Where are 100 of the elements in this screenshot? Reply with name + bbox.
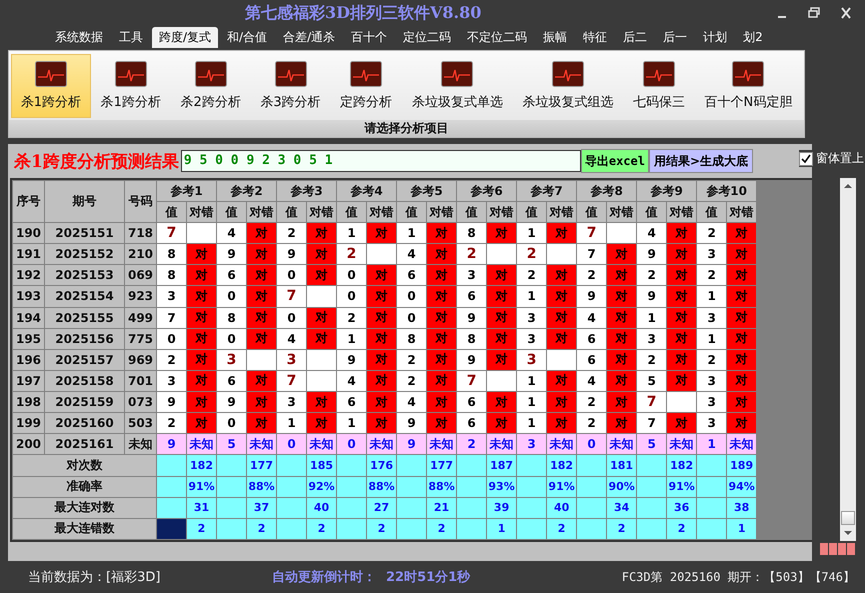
table-cell: 未知 xyxy=(606,434,637,455)
menu-tab[interactable]: 系统数据 xyxy=(48,27,110,48)
analysis-button[interactable]: 杀垃圾复式单选 xyxy=(402,54,513,118)
table-cell: 88% xyxy=(246,476,277,498)
menu-tab[interactable]: 不定位二码 xyxy=(460,27,534,48)
table-cell: 对 xyxy=(186,349,217,370)
table-cell: 2 xyxy=(576,392,607,413)
table-cell: 27 xyxy=(366,497,397,518)
analysis-button[interactable]: 定跨分析 xyxy=(330,54,402,118)
analysis-button[interactable]: 百十个N码定胆 xyxy=(694,54,802,118)
table-cell: 193 xyxy=(12,286,44,307)
table-cell: 1 xyxy=(516,222,547,244)
table-cell: 8 xyxy=(156,244,186,265)
table-cell: 7 xyxy=(636,392,667,413)
menu-tab[interactable]: 跨度/复式 xyxy=(152,27,218,48)
analysis-button[interactable]: 杀1跨分析 xyxy=(90,54,171,118)
table-cell: 对 xyxy=(546,286,577,307)
menu-tab[interactable]: 和/合值 xyxy=(220,27,274,48)
menu-tab[interactable]: 后一 xyxy=(656,27,694,48)
menu-tab[interactable]: 后二 xyxy=(616,27,654,48)
column-header: 对错 xyxy=(306,202,337,222)
menu-tab[interactable]: 合差/通杀 xyxy=(276,27,342,48)
close-icon[interactable] xyxy=(839,7,853,19)
scroll-down-icon[interactable] xyxy=(843,529,853,537)
table-cell: 176 xyxy=(366,454,397,476)
table-cell xyxy=(276,518,307,540)
table-cell xyxy=(456,497,487,518)
table-cell: 182 xyxy=(666,454,697,476)
table-cell: 0 xyxy=(396,307,427,328)
table-cell: 对 xyxy=(606,328,637,350)
scroll-thumb[interactable] xyxy=(841,511,855,525)
result-field[interactable]: 9 5 0 0 9 2 3 0 5 1 xyxy=(180,150,581,172)
table-cell: 对 xyxy=(666,264,697,286)
menu-tab[interactable]: 划2 xyxy=(736,27,770,48)
table-cell: 对 xyxy=(606,244,637,265)
heartbeat-monitor-icon xyxy=(732,61,764,87)
analysis-button[interactable]: 七码保三 xyxy=(623,54,695,118)
heartbeat-monitor-icon xyxy=(441,61,474,87)
column-header: 参考3 xyxy=(276,180,337,202)
column-header: 参考9 xyxy=(636,180,697,202)
table-cell: 3 xyxy=(696,370,727,392)
table-cell: 182 xyxy=(546,454,577,476)
analysis-button[interactable]: 杀1跨分析 xyxy=(11,54,91,118)
table-cell: 2 xyxy=(636,349,667,370)
table-cell: 969 xyxy=(124,349,156,370)
table-cell: 2025152 xyxy=(44,244,124,265)
table-cell: 2 xyxy=(156,412,186,434)
analysis-button[interactable]: 杀2跨分析 xyxy=(170,54,251,118)
table-cell xyxy=(336,518,367,540)
table-cell xyxy=(336,476,367,498)
table-cell: 1 xyxy=(726,518,757,540)
menu-tab[interactable]: 工具 xyxy=(112,27,150,48)
table-cell: 2 xyxy=(396,349,427,370)
table-cell xyxy=(636,497,667,518)
scroll-up-icon[interactable] xyxy=(843,182,853,190)
menu-tab[interactable]: 百十个 xyxy=(344,27,394,48)
table-cell: 2025156 xyxy=(44,328,124,350)
table-cell: 0 xyxy=(396,286,427,307)
table-cell: 对 xyxy=(306,307,337,328)
menu-tab[interactable]: 定位二码 xyxy=(396,27,458,48)
table-cell: 0 xyxy=(216,328,247,350)
table-cell: 对 xyxy=(546,307,577,328)
table-cell: 9 xyxy=(156,392,186,413)
generate-button[interactable]: 用结果>生成大底 xyxy=(648,149,754,173)
table-cell: 2 xyxy=(396,370,427,392)
vertical-scrollbar[interactable] xyxy=(840,178,856,541)
analysis-button[interactable]: 杀3跨分析 xyxy=(250,54,330,118)
table-cell: 8 xyxy=(396,328,427,350)
menu-tab[interactable]: 特征 xyxy=(576,27,614,48)
table-cell: 0 xyxy=(216,286,247,307)
table-cell: 对 xyxy=(486,222,517,244)
table-cell xyxy=(696,476,727,498)
table-cell: 对 xyxy=(546,328,577,350)
table-cell: 0 xyxy=(576,434,607,455)
column-header: 参考2 xyxy=(216,180,277,202)
stay-on-top-checkbox[interactable]: 窗体置上 xyxy=(799,150,864,167)
table-cell: 2 xyxy=(306,518,337,540)
restore-icon[interactable] xyxy=(807,7,821,19)
table-cell xyxy=(456,454,487,476)
data-source-text: 当前数据为：[福彩3D] xyxy=(28,569,162,586)
table-cell: 5 xyxy=(636,370,667,392)
table-cell: 2025153 xyxy=(44,264,124,286)
column-header: 参考6 xyxy=(456,180,517,202)
table-cell: 2 xyxy=(186,518,217,540)
table-cell: 7 xyxy=(636,412,667,434)
menu-tab[interactable]: 振幅 xyxy=(536,27,574,48)
table-cell: 对 xyxy=(726,264,757,286)
table-cell: 2 xyxy=(696,349,727,370)
menu-tab[interactable]: 计划 xyxy=(696,27,734,48)
export-button[interactable]: 导出excel xyxy=(580,149,649,173)
table-cell: 对 xyxy=(246,392,277,413)
table-cell: 对 xyxy=(726,392,757,413)
heartbeat-monitor-icon xyxy=(552,61,584,87)
countdown-text: 22时51分1秒 xyxy=(386,569,470,586)
table-cell: 195 xyxy=(12,328,44,350)
table-cell xyxy=(576,518,607,540)
table-cell: 对 xyxy=(666,412,697,434)
table-cell: 6 xyxy=(216,264,247,286)
table-cell: 6 xyxy=(456,412,487,434)
analysis-button[interactable]: 杀垃圾复式组选 xyxy=(512,54,624,118)
